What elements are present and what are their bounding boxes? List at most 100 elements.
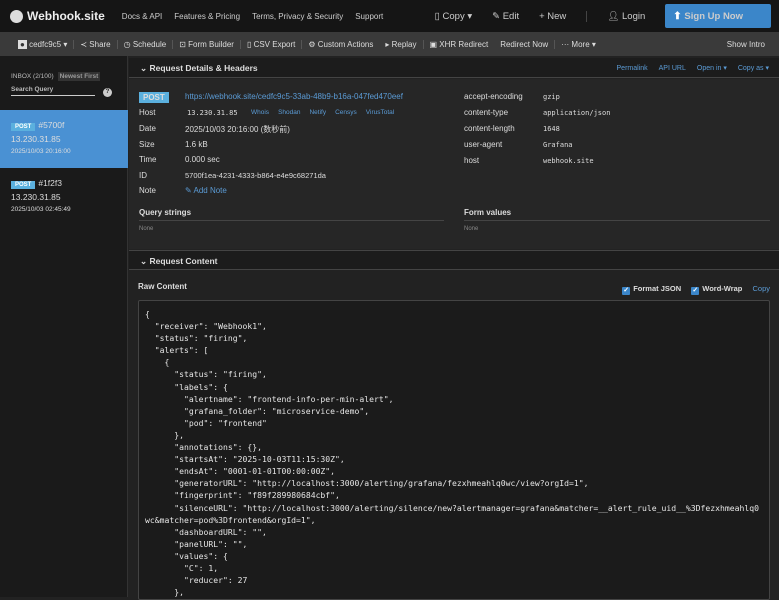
search-input[interactable]: Search Query <box>11 86 95 96</box>
query-strings-title: Query strings <box>139 208 192 217</box>
sign-up-label: Sign Up Now <box>684 10 743 22</box>
more-label: More ▾ <box>571 39 596 49</box>
token-dropdown[interactable]: ● cedfc9c5 ▾ <box>12 39 75 49</box>
request-url-link[interactable]: https://webhook.site/cedfc9c5-33ab-48b9-… <box>185 92 403 101</box>
logo-icon <box>10 9 23 23</box>
host-value: 13.230.31.85 <box>187 109 238 117</box>
open-in-dropdown[interactable]: Open in ▾ <box>697 65 727 72</box>
inbox-label: INBOX (2/100) <box>11 73 54 80</box>
copy-as-dropdown[interactable]: Copy as ▾ <box>738 65 769 72</box>
time-value: 0.000 sec <box>185 155 220 164</box>
raw-content-body: { "receiver": "Webhook1", "status": "fir… <box>145 309 759 598</box>
raw-content-title: Raw Content <box>138 282 187 291</box>
copy-content-button[interactable]: Copy <box>752 284 770 293</box>
pencil-icon: ✎ <box>185 186 192 195</box>
xhr-redirect-toggle[interactable]: ▣ XHR Redirect <box>424 40 495 49</box>
custom-actions-label: Custom Actions <box>317 39 374 49</box>
api-url-link[interactable]: API URL <box>659 65 686 72</box>
query-strings-none: None <box>139 226 154 232</box>
form-builder-label: Form Builder <box>188 39 234 49</box>
header-value: gzip <box>543 93 560 101</box>
token-label: cedfc9c5 ▾ <box>29 39 68 49</box>
permalink-link[interactable]: Permalink <box>617 65 648 72</box>
header-name: content-length <box>464 124 515 133</box>
nav-docs[interactable]: Docs & API <box>122 12 162 21</box>
toolbar: ● cedfc9c5 ▾ ≺ Share ◷ Schedule ⊡ Form B… <box>0 32 779 56</box>
show-intro-button[interactable]: Show Intro <box>721 40 771 49</box>
date-value: 2025/10/03 20:16:00 (数秒前) <box>185 125 290 134</box>
content-title: Request Content <box>149 256 218 266</box>
brand-name: Webhook.site <box>27 9 105 23</box>
help-icon[interactable]: ? <box>103 88 112 97</box>
note-label: Note <box>139 186 156 195</box>
request-id: #5700f <box>38 120 65 130</box>
checkbox-checked-icon: ✓ <box>691 287 700 295</box>
inbox-count: INBOX (2/100) Newest First <box>11 72 101 81</box>
edit-label: Edit <box>502 10 520 22</box>
content-options: ✓ Format JSON ✓ Word-Wrap Copy <box>622 284 770 295</box>
netify-link[interactable]: Netify <box>309 109 326 116</box>
word-wrap-checkbox[interactable]: ✓ Word-Wrap <box>691 284 742 295</box>
shodan-link[interactable]: Shodan <box>278 109 300 116</box>
time-label: Time <box>139 155 157 164</box>
virustotal-link[interactable]: VirusTotal <box>366 109 394 116</box>
top-navbar: Webhook.site Docs & API Features & Prici… <box>0 0 779 32</box>
host-label: Host <box>139 108 156 117</box>
date-label: Date <box>139 124 156 133</box>
whois-link[interactable]: Whois <box>251 109 269 116</box>
header-name: host <box>464 156 480 165</box>
replay-button[interactable]: ▸ Replay <box>379 39 424 49</box>
details-panel: POST https://webhook.site/cedfc9c5-33ab-… <box>129 79 779 249</box>
host-links: Whois Shodan Netify Censys VirusTotal <box>251 109 394 116</box>
header-value: Grafana <box>543 141 573 149</box>
share-label: Share <box>89 39 111 49</box>
more-dropdown[interactable]: ··· More ▾ <box>555 40 602 49</box>
csv-export-button[interactable]: ▯ CSV Export <box>241 39 303 49</box>
header-name: content-type <box>464 108 509 117</box>
nav-features[interactable]: Features & Pricing <box>174 12 240 21</box>
checkbox-checked-icon: ✓ <box>622 287 631 295</box>
form-values-title: Form values <box>464 208 512 217</box>
schedule-button[interactable]: ◷ Schedule <box>118 39 174 49</box>
new-button[interactable]: + New <box>539 11 566 22</box>
header-value: webhook.site <box>543 157 594 165</box>
id-label: ID <box>139 171 147 180</box>
request-item[interactable]: POST #5700f 13.230.31.85 2025/10/03 20:16… <box>0 110 128 168</box>
format-json-checkbox[interactable]: ✓ Format JSON <box>622 284 682 295</box>
censys-link[interactable]: Censys <box>335 109 357 116</box>
login-label: Login <box>622 10 646 22</box>
details-section-header[interactable]: ⌄ Request Details & Headers Permalink API… <box>129 58 779 78</box>
request-item[interactable]: POST #1f2f3 13.230.31.85 2025/10/03 02:45… <box>0 168 128 226</box>
method-badge: POST <box>11 123 36 131</box>
form-values-none: None <box>464 226 479 232</box>
format-json-label: Format JSON <box>633 284 682 293</box>
request-ip: 13.230.31.85 <box>11 134 61 144</box>
header-name: accept-encoding <box>464 92 523 101</box>
form-builder-button[interactable]: ⊡ Form Builder <box>173 39 241 49</box>
request-date: 2025/10/03 02:45:49 <box>11 206 71 213</box>
id-value: 5700f1ea-4231-4333-b864-e4e9c68271da <box>185 171 326 180</box>
request-ip: 13.230.31.85 <box>11 192 61 202</box>
header-name: user-agent <box>464 140 503 149</box>
xhr-redirect-label: XHR Redirect <box>439 39 489 49</box>
copy-button[interactable]: ▯ Copy ▾ <box>435 11 472 22</box>
nav-terms[interactable]: Terms, Privacy & Security <box>252 12 343 21</box>
content-section-header[interactable]: ⌄ Request Content <box>129 250 779 270</box>
redirect-now-button[interactable]: Redirect Now <box>494 39 556 49</box>
add-note-button[interactable]: ✎ Add Note <box>185 186 227 195</box>
custom-actions-button[interactable]: ⚙ Custom Actions <box>302 40 379 49</box>
size-value: 1.6 kB <box>185 140 208 149</box>
copy-label: Copy ▾ <box>442 10 473 22</box>
request-id: #1f2f3 <box>38 178 62 188</box>
login-button[interactable]: 👤︎ Login <box>586 10 646 22</box>
brand-logo[interactable]: Webhook.site <box>10 9 105 23</box>
edit-button[interactable]: ✎ Edit <box>492 11 519 22</box>
sidebar: INBOX (2/100) Newest First Search Query ?… <box>0 56 128 597</box>
header-value: 1648 <box>543 125 560 133</box>
sort-toggle[interactable]: Newest First <box>57 72 101 81</box>
nav-support[interactable]: Support <box>355 12 383 21</box>
share-button[interactable]: ≺ Share <box>74 39 118 49</box>
sign-up-button[interactable]: ⬆ Sign Up Now <box>665 4 771 28</box>
raw-content-box[interactable]: { "receiver": "Webhook1", "status": "fir… <box>138 300 770 600</box>
header-value: application/json <box>543 109 611 117</box>
